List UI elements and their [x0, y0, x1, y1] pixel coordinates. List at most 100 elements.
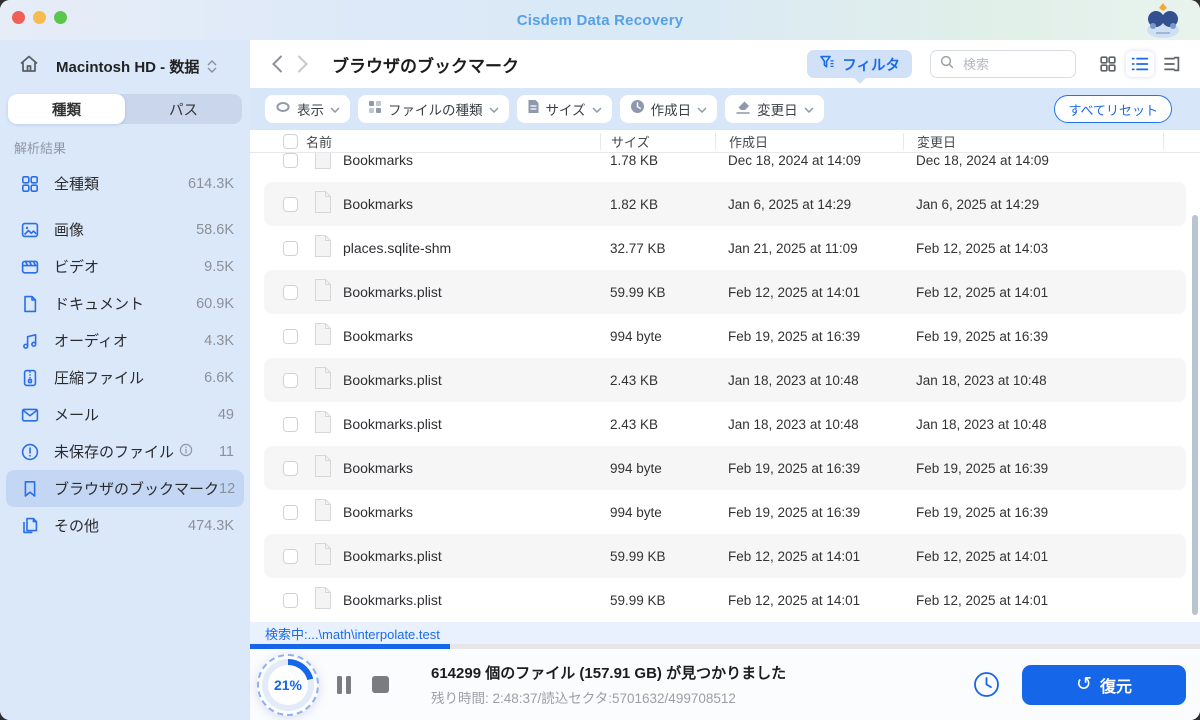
sidebar-item-images[interactable]: 画像 58.6K: [6, 211, 244, 248]
detail-view-icon[interactable]: [1158, 51, 1186, 77]
select-all-checkbox[interactable]: [283, 133, 298, 149]
table-row[interactable]: Bookmarks 1.82 KB Jan 6, 2025 at 14:29 J…: [264, 182, 1186, 226]
file-modified: Feb 12, 2025 at 14:01: [916, 592, 1049, 608]
filter-bar: 表示 ファイルの種類 サイズ 作成日 変更日 すべてリセット: [250, 88, 1200, 130]
file-created: Jan 6, 2025 at 14:29: [728, 196, 852, 212]
row-checkbox[interactable]: [283, 328, 298, 344]
column-size[interactable]: サイズ: [600, 132, 715, 150]
device-selector[interactable]: Macintosh HD - 数据: [0, 48, 250, 84]
tab-path[interactable]: パス: [125, 94, 242, 124]
file-table-body: Bookmarks 1.78 KB Dec 18, 2024 at 14:09 …: [250, 153, 1200, 622]
sidebar-item-archives[interactable]: 圧縮ファイル 6.6K: [6, 359, 244, 396]
table-row[interactable]: Bookmarks.plist 59.99 KB Feb 12, 2025 at…: [264, 270, 1186, 314]
row-checkbox[interactable]: [283, 416, 298, 432]
eye-icon: [275, 100, 291, 118]
recover-button[interactable]: ↺ 復元: [1022, 664, 1186, 705]
home-icon[interactable]: [18, 53, 40, 80]
filter-chip-modified[interactable]: 変更日: [725, 95, 824, 123]
stop-icon[interactable]: [372, 676, 389, 693]
row-checkbox[interactable]: [283, 240, 298, 256]
file-created: Dec 18, 2024 at 14:09: [728, 153, 861, 168]
table-header: 名前 サイズ 作成日 変更日: [250, 130, 1200, 153]
file-size: 994 byte: [610, 328, 662, 344]
grid-icon: [20, 174, 40, 194]
back-icon[interactable]: [264, 51, 290, 77]
file-name: Bookmarks.plist: [343, 548, 442, 564]
search-icon: [940, 55, 954, 74]
row-checkbox[interactable]: [283, 592, 298, 608]
file-modified: Feb 12, 2025 at 14:01: [916, 548, 1049, 564]
row-checkbox[interactable]: [283, 284, 298, 300]
history-clock-icon[interactable]: [973, 671, 1000, 698]
file-icon: [313, 234, 333, 263]
table-row[interactable]: Bookmarks.plist 2.43 KB Jan 18, 2023 at …: [264, 358, 1186, 402]
restore-icon: ↺: [1076, 674, 1092, 695]
page-title: ブラウザのブックマーク: [332, 56, 519, 76]
filter-chip-file-type[interactable]: ファイルの種類: [358, 95, 509, 123]
sidebar-item-browser-bookmarks[interactable]: ブラウザのブックマーク 12: [6, 470, 244, 507]
reset-all-button[interactable]: すべてリセット: [1054, 95, 1172, 123]
table-row[interactable]: places.sqlite-shm 32.77 KB Jan 21, 2025 …: [264, 226, 1186, 270]
sidebar-item-mail[interactable]: メール 49: [6, 396, 244, 433]
vertical-scrollbar[interactable]: [1192, 215, 1198, 615]
file-modified: Feb 19, 2025 at 16:39: [916, 504, 1049, 520]
file-name: Bookmarks.plist: [343, 592, 442, 608]
file-icon: [313, 153, 333, 175]
document-icon: [20, 294, 40, 314]
image-icon: [20, 220, 40, 240]
app-title: Cisdem Data Recovery: [516, 11, 684, 29]
video-icon: [20, 257, 40, 277]
file-created: Jan 21, 2025 at 11:09: [728, 240, 858, 256]
sidebar-item-audio[interactable]: オーディオ 4.3K: [6, 322, 244, 359]
scan-result-heading: 解析結果: [14, 141, 67, 156]
row-checkbox[interactable]: [283, 196, 298, 212]
table-row[interactable]: Bookmarks.plist 59.99 KB Feb 12, 2025 at…: [264, 578, 1186, 622]
found-files-text: 614299 個のファイル (157.91 GB) が見つかりました: [431, 665, 787, 682]
table-row[interactable]: Bookmarks 994 byte Feb 19, 2025 at 16:39…: [264, 490, 1186, 534]
filter-chip-created[interactable]: 作成日: [619, 95, 718, 123]
sidebar-item-unsaved-files[interactable]: 未保存のファイル 11: [6, 433, 244, 470]
row-checkbox[interactable]: [283, 153, 298, 168]
mascot-upgrade-icon[interactable]: [1140, 1, 1186, 44]
file-name: Bookmarks.plist: [343, 372, 442, 388]
file-size: 59.99 KB: [610, 548, 666, 564]
sidebar-item-all-types[interactable]: 全種類 614.3K: [6, 165, 244, 202]
table-row[interactable]: Bookmarks.plist 59.99 KB Feb 12, 2025 at…: [264, 534, 1186, 578]
file-created: Feb 19, 2025 at 16:39: [728, 328, 861, 344]
column-name[interactable]: 名前: [306, 132, 332, 151]
row-checkbox[interactable]: [283, 372, 298, 388]
pause-icon[interactable]: [337, 675, 351, 694]
search-box[interactable]: [930, 50, 1076, 78]
table-row[interactable]: Bookmarks.plist 2.43 KB Jan 18, 2023 at …: [264, 402, 1186, 446]
table-row[interactable]: Bookmarks 994 byte Feb 19, 2025 at 16:39…: [264, 446, 1186, 490]
file-name: Bookmarks: [343, 328, 414, 344]
forward-icon[interactable]: [290, 51, 316, 77]
info-icon[interactable]: [179, 443, 193, 461]
sidebar-item-videos[interactable]: ビデオ 9.5K: [6, 248, 244, 285]
file-name: Bookmarks: [343, 196, 414, 212]
category-label: 未保存のファイル: [54, 444, 175, 461]
row-checkbox[interactable]: [283, 504, 298, 520]
column-created[interactable]: 作成日: [715, 132, 903, 150]
list-view-icon[interactable]: [1126, 51, 1154, 77]
column-extra: [1163, 132, 1200, 150]
filter-button-label: フィルタ: [842, 57, 900, 74]
file-size: 2.43 KB: [610, 416, 659, 432]
filter-button[interactable]: フィルタ: [807, 50, 912, 84]
filter-chip-size[interactable]: サイズ: [516, 95, 612, 123]
row-checkbox[interactable]: [283, 548, 298, 564]
search-input[interactable]: [961, 55, 1061, 73]
table-row[interactable]: Bookmarks 994 byte Feb 19, 2025 at 16:39…: [264, 314, 1186, 358]
sidebar-item-documents[interactable]: ドキュメント 60.9K: [6, 285, 244, 322]
sidebar-item-others[interactable]: その他 474.3K: [6, 507, 244, 544]
file-created: Jan 18, 2023 at 10:48: [728, 372, 859, 388]
grid-view-icon[interactable]: [1094, 51, 1122, 77]
tab-type[interactable]: 種類: [8, 94, 125, 124]
file-icon: [313, 366, 333, 395]
row-checkbox[interactable]: [283, 460, 298, 476]
table-row[interactable]: Bookmarks 1.78 KB Dec 18, 2024 at 14:09 …: [264, 153, 1186, 182]
column-modified[interactable]: 変更日: [903, 132, 1163, 150]
filter-chip-display[interactable]: 表示: [265, 95, 350, 123]
file-modified: Jan 18, 2023 at 10:48: [916, 372, 1047, 388]
file-name: Bookmarks.plist: [343, 416, 442, 432]
